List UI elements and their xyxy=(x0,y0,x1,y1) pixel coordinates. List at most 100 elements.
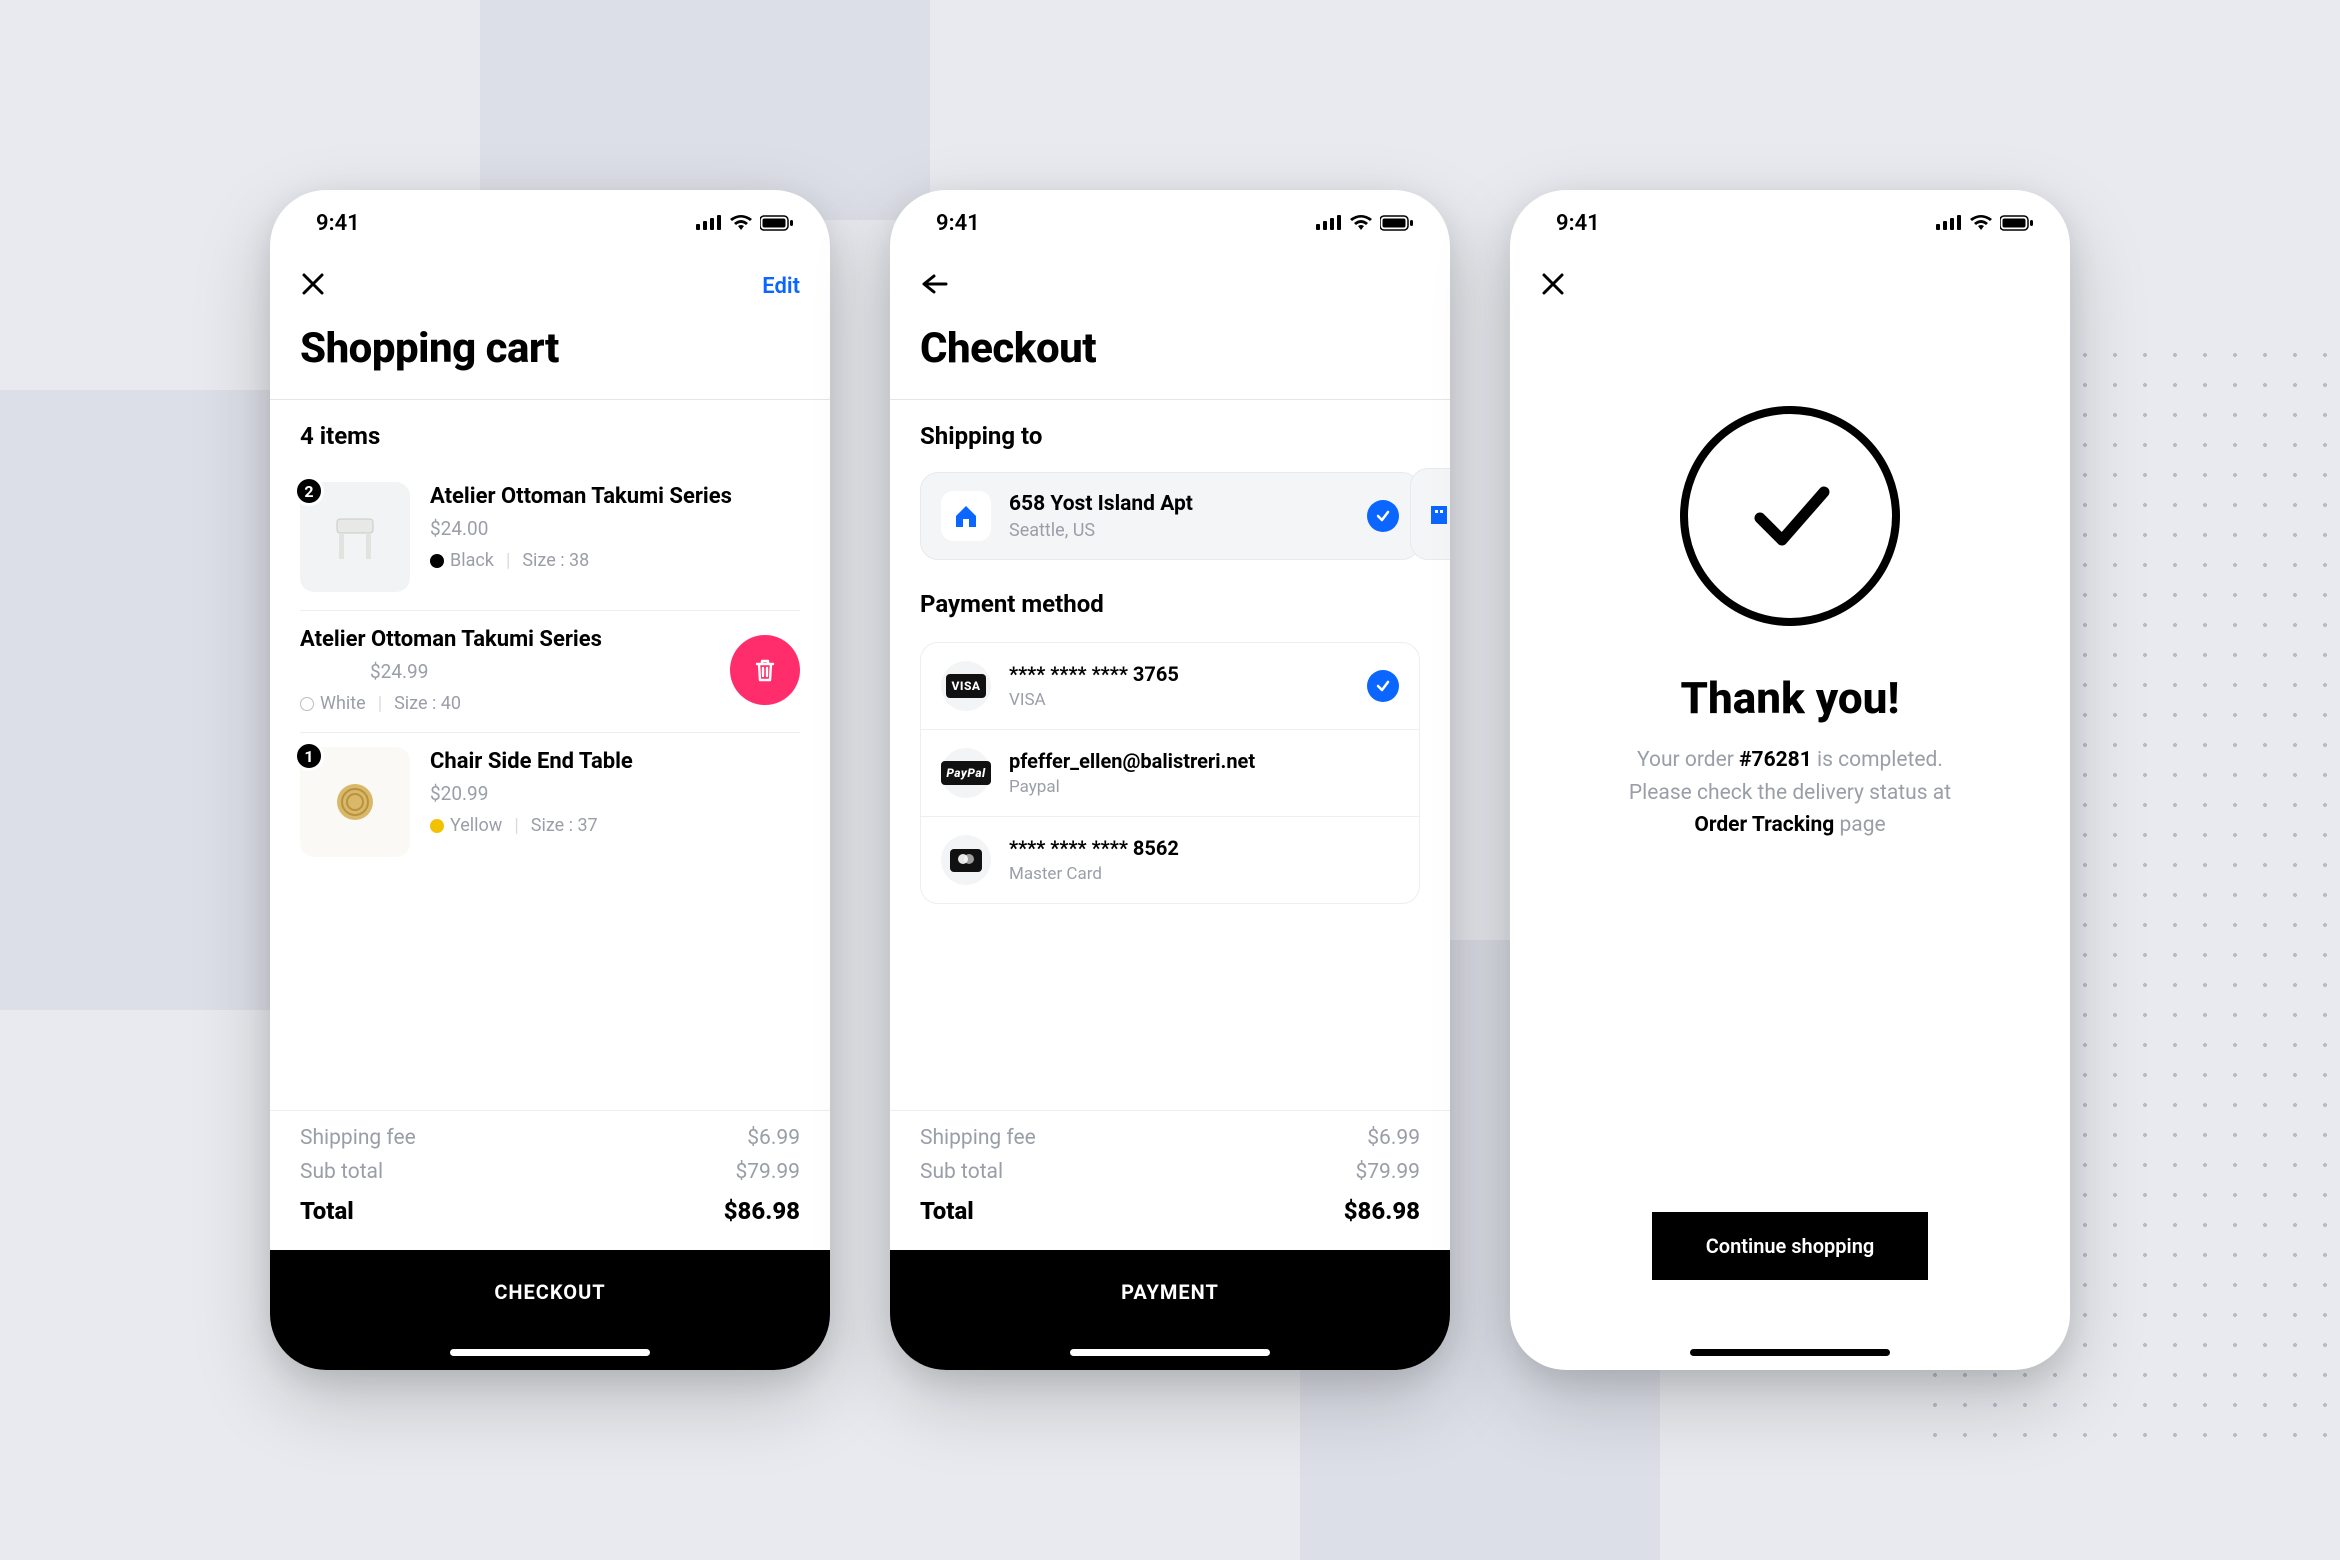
cart-item-swiped[interactable]: Atelier Ottoman Takumi Series $24.99 Whi… xyxy=(300,610,800,728)
ty-text-pre: Your order xyxy=(1637,748,1739,772)
status-bar: 9:41 xyxy=(270,190,830,256)
total-label: Total xyxy=(300,1197,354,1225)
item-price: $24.00 xyxy=(430,517,800,540)
item-meta: Black | Size : 38 xyxy=(430,550,800,571)
color-label: Yellow xyxy=(450,815,502,836)
address-card-next[interactable] xyxy=(1410,468,1450,560)
product-image-icon xyxy=(325,507,385,567)
address-line2: Seattle, US xyxy=(1009,520,1349,541)
subtotal-label: Sub total xyxy=(920,1160,1003,1184)
phone-checkout: 9:41 Checkout Shipping to 658 Yost Islan xyxy=(890,190,1450,1370)
battery-icon xyxy=(2000,215,2034,231)
page-title: Checkout xyxy=(890,316,1450,399)
subtotal-value: $79.99 xyxy=(735,1160,800,1184)
card-brand: Master Card xyxy=(1009,864,1399,884)
color-label: Black xyxy=(450,550,494,571)
status-icons xyxy=(1316,215,1414,231)
address-line1: 658 Yost Island Apt xyxy=(1009,492,1349,516)
payment-method[interactable]: VISA **** **** **** 3765 VISA xyxy=(921,643,1419,729)
delete-button[interactable] xyxy=(730,635,800,705)
status-time: 9:41 xyxy=(1556,211,1600,236)
status-bar: 9:41 xyxy=(890,190,1450,256)
order-tracking-link[interactable]: Order Tracking xyxy=(1694,813,1834,837)
item-meta: White | Size : 40 xyxy=(300,693,710,714)
item-name: Atelier Ottoman Takumi Series xyxy=(300,627,710,652)
shipping-value: $6.99 xyxy=(747,1126,800,1150)
order-number: #76281 xyxy=(1739,748,1812,772)
product-thumb: 2 xyxy=(300,482,410,592)
order-summary: Shipping fee$6.99 Sub total$79.99 Total$… xyxy=(270,1110,830,1250)
building-icon xyxy=(1425,500,1450,528)
card-brand: Paypal xyxy=(1009,777,1399,797)
status-time: 9:41 xyxy=(316,211,360,236)
card-number: **** **** **** 3765 xyxy=(1009,662,1349,686)
cart-item[interactable]: 2 Atelier Ottoman Takumi Series $24.00 B… xyxy=(300,468,800,606)
wifi-icon xyxy=(1350,215,1372,231)
home-indicator xyxy=(450,1349,650,1356)
close-icon[interactable] xyxy=(300,271,326,301)
shipping-value: $6.99 xyxy=(1367,1126,1420,1150)
product-image-icon xyxy=(325,772,385,832)
order-summary: Shipping fee$6.99 Sub total$79.99 Total$… xyxy=(890,1110,1450,1250)
battery-icon xyxy=(760,215,794,231)
color-swatch-icon xyxy=(430,819,444,833)
product-thumb: 1 xyxy=(300,747,410,857)
close-icon[interactable] xyxy=(1540,271,1566,301)
cta-label: CHECKOUT xyxy=(494,1280,605,1304)
payment-method[interactable]: PayPal pfeffer_ellen@balistreri.net Payp… xyxy=(921,729,1419,816)
payment-method[interactable]: **** **** **** 8562 Master Card xyxy=(921,816,1419,903)
item-price: $24.99 xyxy=(300,660,710,683)
shipping-label: Shipping fee xyxy=(920,1126,1036,1150)
item-price: $20.99 xyxy=(430,782,800,805)
color-swatch-icon xyxy=(300,697,314,711)
item-meta: Yellow | Size : 37 xyxy=(430,815,800,836)
cta-label: Continue shopping xyxy=(1706,1234,1875,1258)
card-number: **** **** **** 8562 xyxy=(1009,836,1399,860)
total-value: $86.98 xyxy=(1344,1197,1420,1225)
cellular-icon xyxy=(696,215,722,231)
color-label: White xyxy=(320,693,366,714)
paypal-icon: PayPal xyxy=(941,748,991,798)
home-indicator xyxy=(1070,1349,1270,1356)
page-title: Shopping cart xyxy=(270,316,830,399)
ty-text-line2-post: page xyxy=(1834,813,1885,837)
size-label: Size : 38 xyxy=(522,550,589,571)
qty-badge: 2 xyxy=(294,476,324,506)
status-bar: 9:41 xyxy=(1510,190,2070,256)
shipping-label: Shipping fee xyxy=(300,1126,416,1150)
home-icon xyxy=(941,491,991,541)
thankyou-message: Your order #76281 is completed. Please c… xyxy=(1629,744,1951,842)
edit-button[interactable]: Edit xyxy=(762,274,800,299)
payment-label: Payment method xyxy=(890,560,1450,636)
item-name: Chair Side End Table xyxy=(430,749,800,774)
status-icons xyxy=(1936,215,2034,231)
payment-methods: VISA **** **** **** 3765 VISA PayPal pfe… xyxy=(920,642,1420,904)
trash-icon xyxy=(751,656,779,684)
cellular-icon xyxy=(1316,215,1342,231)
phone-cart: 9:41 Edit Shopping cart 4 items 2 xyxy=(270,190,830,1370)
success-check-icon xyxy=(1680,406,1900,626)
size-label: Size : 37 xyxy=(531,815,598,836)
cart-item[interactable]: 1 Chair Side End Table $20.99 Yellow | S… xyxy=(300,732,800,871)
mastercard-icon xyxy=(941,835,991,885)
thankyou-title: Thank you! xyxy=(1681,672,1900,724)
visa-icon: VISA xyxy=(941,661,991,711)
selected-check-icon xyxy=(1367,500,1399,532)
items-count: 4 items xyxy=(270,400,830,468)
phone-thankyou: 9:41 Thank you! Your order #76281 is com… xyxy=(1510,190,2070,1370)
shipping-label: Shipping to xyxy=(890,400,1450,468)
address-card[interactable]: 658 Yost Island Apt Seattle, US xyxy=(920,472,1420,560)
qty-badge: 1 xyxy=(294,741,324,771)
bg-decor xyxy=(480,0,930,220)
ty-text-line2: Please check the delivery status at xyxy=(1629,781,1951,805)
size-label: Size : 40 xyxy=(394,693,461,714)
back-icon[interactable] xyxy=(920,272,950,300)
total-value: $86.98 xyxy=(724,1197,800,1225)
ty-text-post: is completed. xyxy=(1812,748,1943,772)
item-name: Atelier Ottoman Takumi Series xyxy=(430,484,800,509)
wifi-icon xyxy=(730,215,752,231)
continue-shopping-button[interactable]: Continue shopping xyxy=(1652,1212,1929,1280)
paypal-email: pfeffer_ellen@balistreri.net xyxy=(1009,749,1399,773)
battery-icon xyxy=(1380,215,1414,231)
total-label: Total xyxy=(920,1197,974,1225)
